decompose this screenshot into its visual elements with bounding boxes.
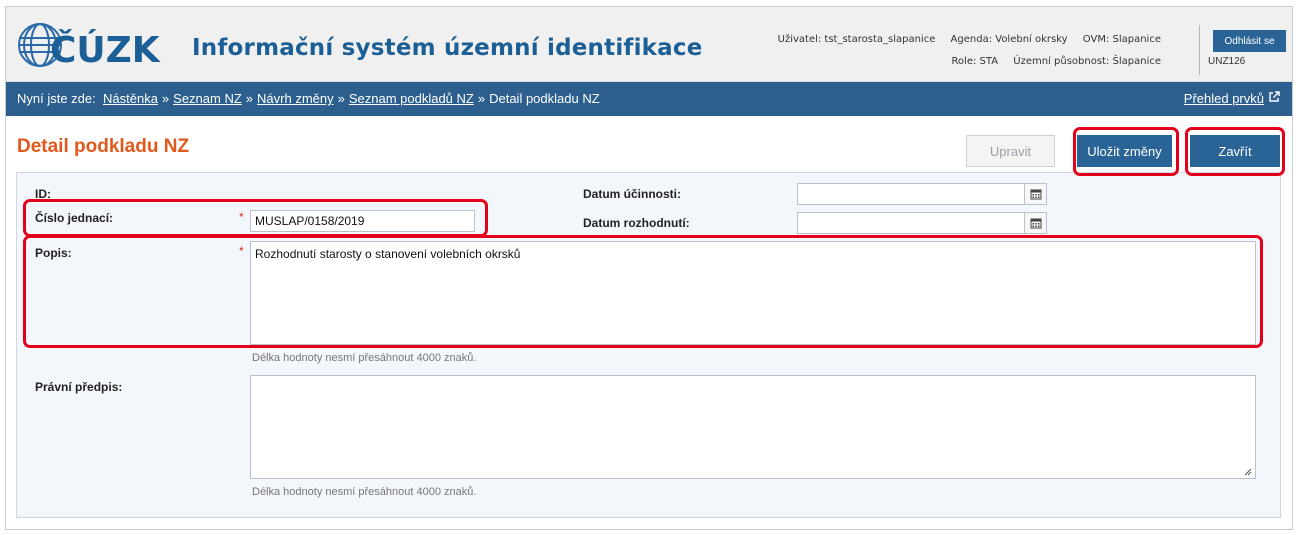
description-label: Popis: (35, 246, 72, 260)
decision-date-input[interactable] (797, 212, 1025, 234)
case-number-input[interactable] (250, 210, 475, 232)
user-info: Uživatel: tst_starosta_slapanice Agenda:… (766, 29, 1161, 73)
save-button[interactable]: Uložit změny (1077, 135, 1172, 167)
description-textarea[interactable]: Rozhodnutí starosty o stanovení volebníc… (250, 241, 1256, 345)
breadcrumb-separator: » (337, 91, 345, 106)
breadcrumb-bar: Nyní jste zde: Nástěnka» Seznam NZ» Návrh … (6, 82, 1292, 116)
logout-button[interactable]: Odhlásit se (1213, 30, 1286, 52)
breadcrumb: Nyní jste zde: Nástěnka» Seznam NZ» Návrh … (17, 91, 600, 106)
breadcrumb-item-change-proposal[interactable]: Návrh změny (257, 91, 334, 106)
close-button[interactable]: Zavřít (1190, 135, 1280, 167)
effective-date-input[interactable] (797, 183, 1025, 205)
overview-link-label: Přehled prvků (1183, 91, 1264, 106)
effective-date-label: Datum účinnosti: (583, 187, 681, 201)
resize-grip-icon[interactable] (1244, 468, 1252, 476)
agenda-info: Agenda: Volební okrsky (950, 34, 1068, 45)
unz-code: UNZ126 (1208, 56, 1246, 67)
breadcrumb-item-source-list[interactable]: Seznam podkladů NZ (349, 91, 474, 106)
breadcrumb-current: Detail podkladu NZ (489, 91, 600, 106)
calendar-icon[interactable] (1025, 183, 1047, 205)
legal-hint: Délka hodnoty nesmí přesáhnout 4000 znak… (252, 486, 477, 498)
decision-date-label: Datum rozhodnutí: (583, 216, 690, 230)
legal-textarea[interactable] (250, 375, 1256, 479)
ovm-info: OVM: Slapanice (1082, 34, 1161, 45)
breadcrumb-item-nz-list[interactable]: Seznam NZ (173, 91, 242, 106)
calendar-icon[interactable] (1025, 212, 1047, 234)
app-title: Informační systém územní identifikace (192, 35, 703, 61)
edit-button[interactable]: Upravit (966, 135, 1055, 167)
logo-text: ČÚZK (50, 29, 161, 71)
breadcrumb-prefix: Nyní jste zde: (17, 91, 96, 106)
header-divider (1199, 25, 1200, 75)
breadcrumb-item-dashboard[interactable]: Nástěnka (103, 91, 158, 106)
breadcrumb-separator: » (245, 91, 254, 106)
number-label: Číslo jednací: (35, 211, 114, 225)
overview-link[interactable]: Přehled prvků (1184, 91, 1280, 106)
page-title: Detail podkladu NZ (17, 136, 190, 157)
user-name: Uživatel: tst_starosta_slapanice (777, 34, 936, 45)
legal-label: Právní předpis: (35, 380, 123, 394)
scope-info: Územní působnost: Šlapanice (1013, 56, 1161, 67)
role-info: Role: STA (951, 56, 999, 67)
cuzk-logo-icon: ČÚZK (18, 23, 161, 71)
required-mark: * (239, 244, 244, 258)
id-label: ID: (35, 187, 51, 201)
app-header: ČÚZK Informační systém územní identifika… (6, 7, 1292, 82)
required-mark: * (239, 210, 244, 224)
external-link-icon (1268, 91, 1280, 106)
breadcrumb-separator: » (161, 91, 170, 106)
description-hint: Délka hodnoty nesmí přesáhnout 4000 znak… (252, 352, 477, 364)
breadcrumb-separator: » (477, 91, 486, 106)
